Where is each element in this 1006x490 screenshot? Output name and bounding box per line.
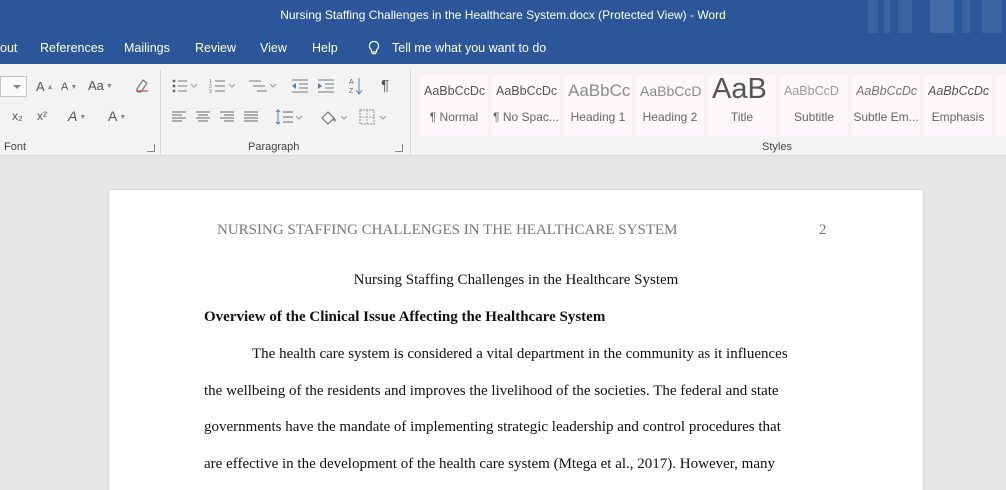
body-line: governments have the mandate of implemen… <box>204 419 781 435</box>
sort-icon[interactable]: AZ <box>349 76 363 96</box>
bullets-icon[interactable] <box>171 78 199 94</box>
grow-font-button[interactable]: A ▲ <box>36 79 54 94</box>
tab-references[interactable]: References <box>40 41 104 55</box>
decrease-indent-icon[interactable] <box>291 78 309 94</box>
font-group-label: Font <box>4 141 27 153</box>
body-line: the wellbeing of the residents and impro… <box>204 383 779 399</box>
style-heading-1[interactable]: AaBbCc Heading 1 <box>564 75 632 135</box>
align-center-icon[interactable] <box>195 110 211 124</box>
superscript-button[interactable]: x² <box>37 109 47 123</box>
style-no-spacing[interactable]: AaBbCcDc ¶ No Spac... <box>492 75 560 135</box>
tell-me-label: Tell me what you want to do <box>392 41 547 55</box>
clear-formatting-icon[interactable] <box>134 77 150 96</box>
shrink-font-button[interactable]: A ▼ <box>61 81 77 93</box>
subscript-button[interactable]: x₂ <box>12 109 23 123</box>
document-page[interactable]: NURSING STAFFING CHALLENGES IN THE HEALT… <box>109 190 923 490</box>
tab-layout[interactable]: out <box>0 41 17 55</box>
body-line: The health care system is considered a v… <box>252 346 788 362</box>
section-heading: Overview of the Clinical Issue Affecting… <box>204 309 606 325</box>
window-title: Nursing Staffing Challenges in the Healt… <box>280 8 726 22</box>
ribbon-tabs: out References Mailings Review View Help… <box>0 33 1006 64</box>
title-decoration <box>930 0 954 33</box>
lightbulb-icon <box>368 40 380 55</box>
align-right-icon[interactable] <box>219 110 235 124</box>
numbering-icon[interactable]: 123 <box>209 78 237 94</box>
title-decoration <box>898 0 912 33</box>
justify-icon[interactable] <box>243 110 259 124</box>
tab-mailings[interactable]: Mailings <box>124 41 170 55</box>
style-subtle-emphasis[interactable]: AaBbCcDc Subtle Em... <box>852 75 920 135</box>
style-title[interactable]: AaB Title <box>708 75 776 135</box>
title-decoration <box>962 0 970 33</box>
style-subtitle[interactable]: AaBbCcD Subtitle <box>780 75 848 135</box>
line-spacing-icon[interactable] <box>275 108 303 126</box>
style-normal[interactable]: AaBbCcDc ¶ Normal <box>420 75 488 135</box>
tab-review[interactable]: Review <box>195 41 236 55</box>
running-head: NURSING STAFFING CHALLENGES IN THE HEALT… <box>217 222 678 238</box>
svg-text:3: 3 <box>209 89 212 94</box>
styles-group-label: Styles <box>762 141 792 153</box>
font-color-button[interactable]: A ▼ <box>108 108 126 124</box>
document-title: Nursing Staffing Challenges in the Healt… <box>353 272 679 288</box>
page-number: 2 <box>819 222 827 238</box>
group-separator <box>160 70 161 154</box>
multilevel-list-icon[interactable] <box>247 78 277 94</box>
tell-me-search[interactable]: Tell me what you want to do <box>366 40 546 56</box>
font-dialog-launcher-icon[interactable] <box>147 144 155 152</box>
paragraph-dialog-launcher-icon[interactable] <box>395 144 403 152</box>
align-left-icon[interactable] <box>171 110 187 124</box>
title-decoration <box>884 0 890 33</box>
text-effects-button[interactable]: A ▼ <box>68 108 86 124</box>
increase-indent-icon[interactable] <box>317 78 335 94</box>
svg-text:A: A <box>349 79 354 86</box>
shading-icon[interactable] <box>319 108 349 126</box>
document-canvas: NURSING STAFFING CHALLENGES IN THE HEALT… <box>0 157 1006 490</box>
svg-text:Z: Z <box>349 88 354 95</box>
style-emphasis[interactable]: AaBbCcDc Emphasis <box>924 75 992 135</box>
ribbon: A▲ A▼ Aa▼ x₂ x² A▼ A▼ Font 123 AZ ¶ <box>0 64 1006 156</box>
show-formatting-marks-button[interactable]: ¶ <box>381 77 389 94</box>
style-heading-2[interactable]: AaBbCcD Heading 2 <box>636 75 704 135</box>
borders-icon[interactable] <box>358 108 388 126</box>
body-line: are effective in the development of the … <box>204 456 775 472</box>
tab-view[interactable]: View <box>260 41 287 55</box>
style-next-partial[interactable] <box>996 75 1006 135</box>
title-decoration <box>868 0 878 33</box>
title-bar: Nursing Staffing Challenges in the Healt… <box>0 0 1006 33</box>
paragraph-group-label: Paragraph <box>248 141 300 153</box>
font-size-dropdown[interactable] <box>0 76 27 97</box>
tab-help[interactable]: Help <box>312 41 338 55</box>
change-case-button[interactable]: Aa ▼ <box>88 78 113 93</box>
group-separator <box>410 70 411 154</box>
title-decoration <box>982 0 1002 33</box>
